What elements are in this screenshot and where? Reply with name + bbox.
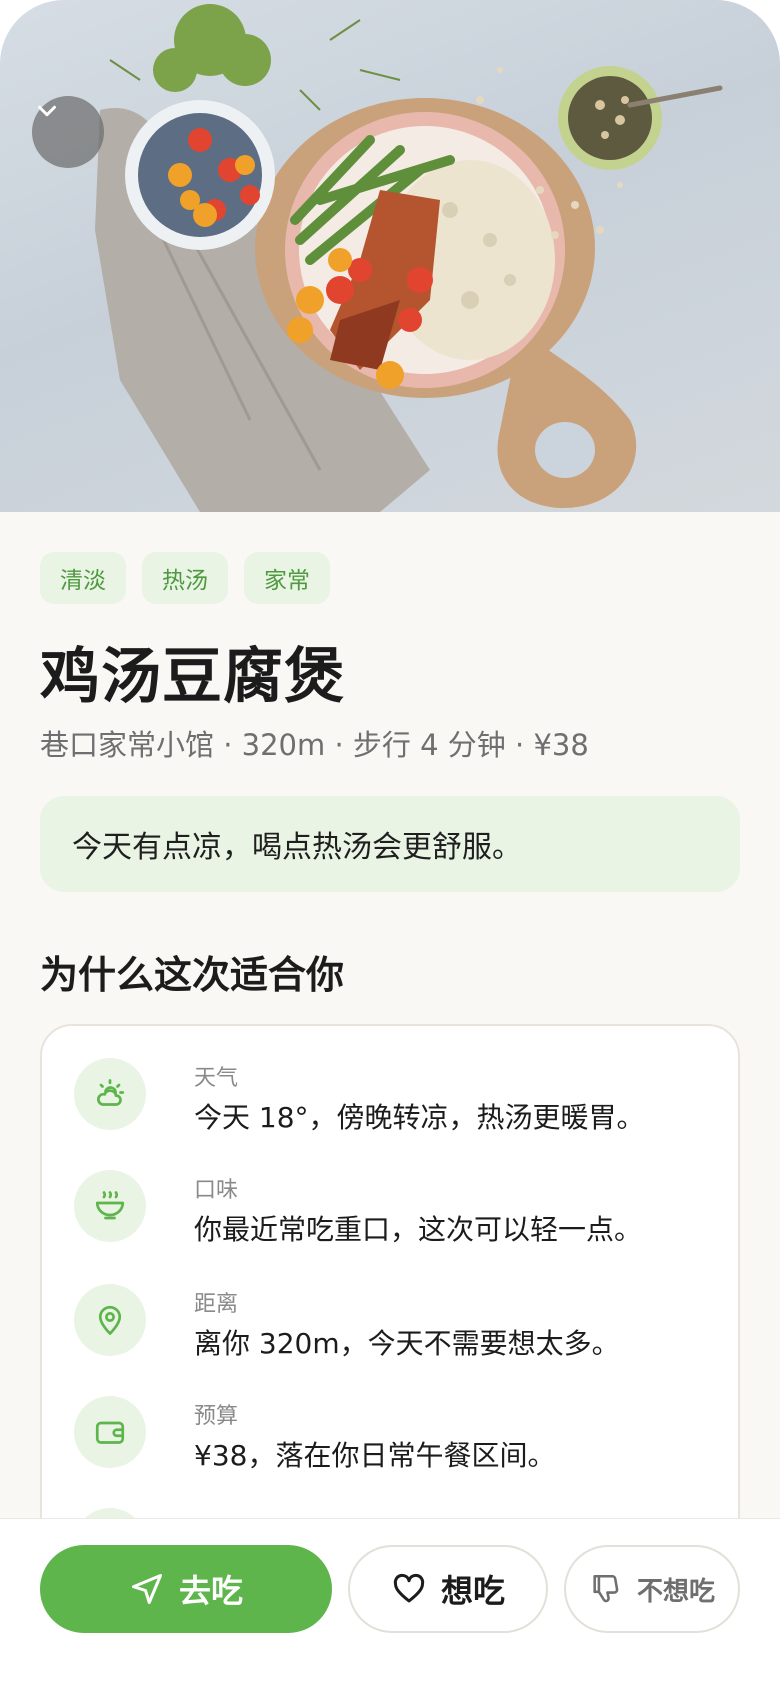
collapse-button[interactable] — [32, 96, 104, 168]
tag-chip: 家常 — [244, 552, 330, 604]
reason-item-distance: 距离 离你 320m，今天不需要想太多。 — [74, 1284, 714, 1364]
bottom-action-bar: 去吃 想吃 不想吃 — [0, 1518, 780, 1688]
food-illustration — [95, 4, 723, 512]
reason-text: 你最近常吃重口，这次可以轻一点。 — [194, 1213, 643, 1246]
section-title: 为什么这次适合你 — [40, 953, 345, 997]
navigation-arrow-icon — [131, 1574, 162, 1604]
want-eat-label: 想吃 — [440, 1572, 505, 1610]
want-eat-button[interactable]: 想吃 — [348, 1545, 548, 1633]
heart-icon — [393, 1573, 425, 1603]
location-pin-icon — [74, 1284, 146, 1356]
reason-label: 天气 — [194, 1066, 239, 1091]
go-eat-label: 去吃 — [178, 1572, 243, 1610]
weather-icon — [74, 1058, 146, 1130]
reasons-card: 天气 今天 18°，傍晚转凉，热汤更暖胃。 口味 你最近常吃重口，这次可以轻一点… — [40, 1024, 740, 1584]
reason-text: ¥38，落在你日常午餐区间。 — [194, 1439, 556, 1472]
thumbs-down-icon — [593, 1574, 619, 1603]
go-eat-button[interactable]: 去吃 — [40, 1545, 332, 1633]
not-want-label: 不想吃 — [636, 1576, 715, 1607]
chevron-down-icon — [38, 105, 56, 117]
screen: 清淡 热汤 家常 鸡汤豆腐煲 巷口家常小馆 · 320m · 步行 4 分钟 ·… — [0, 0, 780, 1688]
not-want-button[interactable]: 不想吃 — [564, 1545, 740, 1633]
tag-chip: 热汤 — [142, 552, 228, 604]
restaurant-meta: 巷口家常小馆 · 320m · 步行 4 分钟 · ¥38 — [40, 728, 589, 762]
reason-item-taste: 口味 你最近常吃重口，这次可以轻一点。 — [74, 1170, 714, 1250]
tag-chip: 清淡 — [40, 552, 126, 604]
reason-item-budget: 预算 ¥38，落在你日常午餐区间。 — [74, 1396, 714, 1476]
dish-title: 鸡汤豆腐煲 — [40, 642, 345, 712]
dish-tags: 清淡 热汤 家常 — [40, 552, 330, 604]
reason-item-weather: 天气 今天 18°，傍晚转凉，热汤更暖胃。 — [74, 1058, 714, 1138]
recommendation-note: 今天有点凉，喝点热汤会更舒服。 — [40, 796, 740, 892]
reason-text: 离你 320m，今天不需要想太多。 — [194, 1327, 620, 1360]
soup-bowl-icon — [74, 1170, 146, 1242]
reason-text: 今天 18°，傍晚转凉，热汤更暖胃。 — [194, 1101, 645, 1134]
reason-label: 距离 — [194, 1292, 239, 1317]
wallet-icon — [74, 1396, 146, 1468]
reason-label: 预算 — [194, 1404, 239, 1429]
reason-label: 口味 — [194, 1178, 239, 1203]
dish-photo — [0, 0, 780, 512]
